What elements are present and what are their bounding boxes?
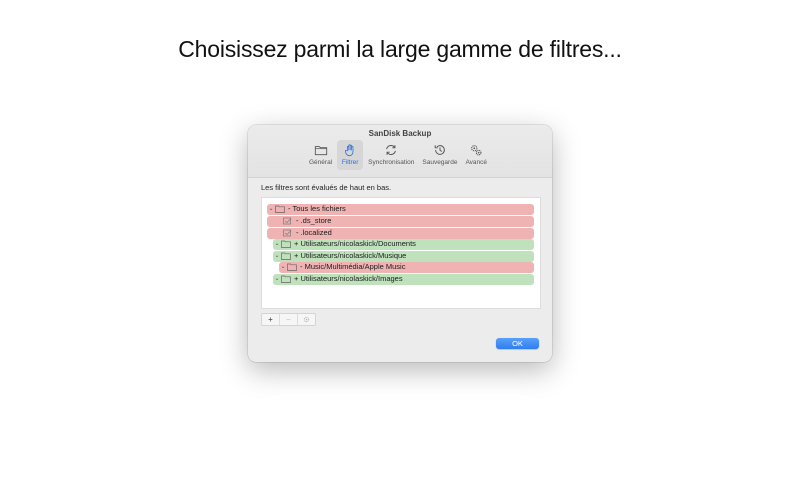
folder-icon [287,263,297,272]
filter-row[interactable]: ⌄ + Utilisateurs/nicolaskick/Documents [273,239,534,250]
hand-icon [345,144,354,157]
history-icon [434,145,445,155]
folder-icon [281,240,291,249]
chevron-down-icon[interactable]: ⌄ [273,274,281,285]
filter-label: + Utilisateurs/nicolaskick/Images [294,274,403,283]
gears-icon [471,145,482,156]
file-icon [283,217,293,225]
tab-avance-label: Avancé [465,159,488,166]
preferences-toolbar: Général Filtrer Synchronisation Sauvegar… [306,140,490,170]
tab-synchronisation[interactable]: Synchronisation [365,140,417,170]
filter-row[interactable]: ⌄ - Music/Multimédia/Apple Music [279,262,534,273]
gear-icon [303,316,310,323]
folder-icon [275,205,285,214]
remove-filter-button[interactable]: − [280,314,298,325]
sync-icon [386,145,397,155]
filter-row[interactable]: ⌄ + Utilisateurs/nicolaskick/Musique [273,251,534,262]
file-icon [283,229,293,237]
filter-label: - Tous les fichiers [288,204,346,213]
chevron-down-icon[interactable]: ⌄ [279,262,287,273]
filter-row[interactable]: ⌄ - Tous les fichiers [267,204,534,215]
chevron-down-icon[interactable]: ⌄ [273,239,281,250]
filter-label: + Utilisateurs/nicolaskick/Musique [294,251,407,260]
tab-sauvegarde[interactable]: Sauvegarde [419,140,460,170]
sandisk-backup-window: SanDisk Backup Général Filtrer Synchroni… [248,125,552,362]
filter-settings-button[interactable] [298,314,315,325]
filter-label: - .ds_store [296,216,332,225]
add-filter-button[interactable]: + [262,314,280,325]
tab-filtrer-label: Filtrer [341,159,359,166]
filter-description: Les filtres sont évalués de haut en bas. [261,183,392,192]
folder-icon [281,252,291,261]
tab-sauvegarde-label: Sauvegarde [422,159,458,166]
window-title: SanDisk Backup [368,129,432,138]
filter-list[interactable]: ⌄ - Tous les fichiers - .ds_store - .loc… [261,197,541,309]
headline: Choisissez parmi la large gamme de filtr… [178,36,622,62]
chevron-down-icon[interactable]: ⌄ [267,204,275,215]
chevron-down-icon[interactable]: ⌄ [273,251,281,262]
tab-avance[interactable]: Avancé [462,140,490,170]
tab-filtrer[interactable]: Filtrer [337,140,364,170]
folder-icon [314,146,327,156]
tab-general[interactable]: Général [306,140,335,170]
ok-button[interactable]: OK [496,338,539,349]
filter-row[interactable]: - .localized [267,228,534,239]
tab-general-label: Général [309,159,333,166]
window-titlebar: SanDisk Backup Général Filtrer Synchroni… [248,125,552,178]
filter-label: + Utilisateurs/nicolaskick/Documents [294,239,416,248]
filter-label: - .localized [296,228,332,237]
filter-row[interactable]: - .ds_store [267,216,534,227]
filter-row[interactable]: ⌄ + Utilisateurs/nicolaskick/Images [273,274,534,285]
tab-synchronisation-label: Synchronisation [368,159,415,166]
filter-controls: + − [261,313,316,326]
folder-icon [281,275,291,284]
filter-label: - Music/Multimédia/Apple Music [300,262,406,271]
